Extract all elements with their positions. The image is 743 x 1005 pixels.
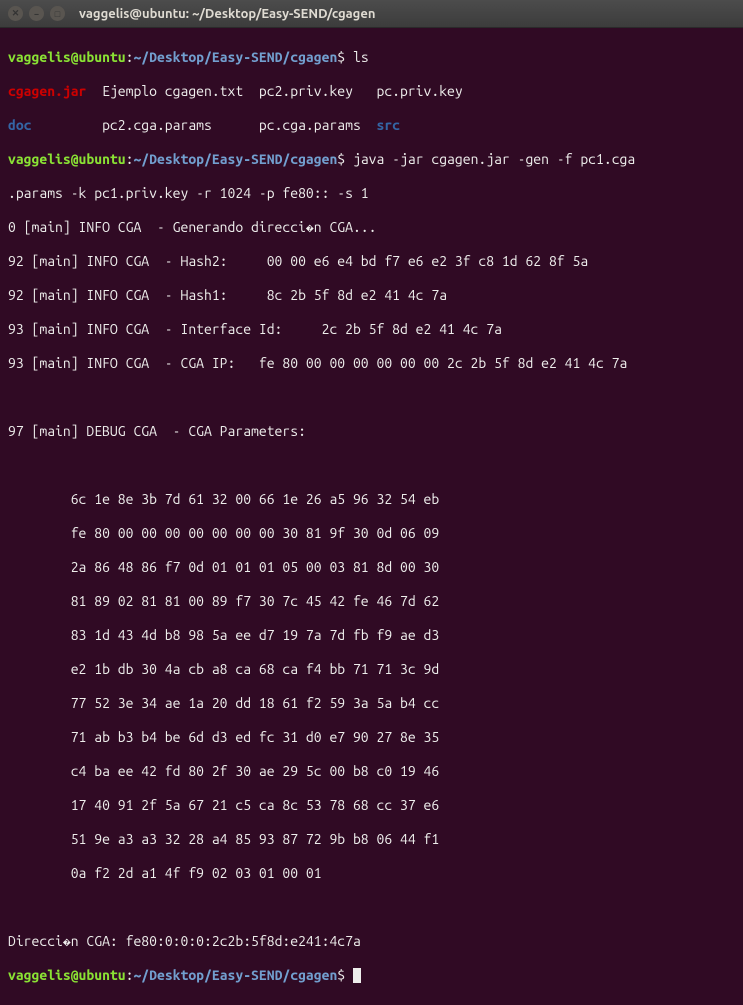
param-row: e2 1b db 30 4a cb a8 ca 68 ca f4 bb 71 7… — [8, 661, 735, 678]
param-row: 0a f2 2d a1 4f f9 02 03 01 00 01 — [8, 865, 735, 882]
param-row: c4 ba ee 42 fd 80 2f 30 ae 29 5c 00 b8 c… — [8, 763, 735, 780]
log-line-3: 92 [main] INFO CGA - Hash1: 8c 2b 5f 8d … — [8, 287, 735, 304]
param-row: 81 89 02 81 81 00 89 f7 30 7c 45 42 fe 4… — [8, 593, 735, 610]
maximize-icon[interactable]: □ — [50, 6, 65, 21]
log-line-4: 93 [main] INFO CGA - Interface Id: 2c 2b… — [8, 321, 735, 338]
close-icon[interactable]: ✕ — [8, 6, 23, 21]
command-ls: ls — [345, 49, 369, 65]
prompt-user: vaggelis@ubuntu — [8, 49, 126, 65]
cursor — [353, 968, 361, 983]
window-controls: ✕ − □ — [8, 6, 65, 21]
log-line-blank2 — [8, 457, 735, 474]
minimize-icon[interactable]: − — [29, 6, 44, 21]
log-line-5: 93 [main] INFO CGA - CGA IP: fe 80 00 00… — [8, 355, 735, 372]
ls-row-1: cgagen.jar Ejemplo cgagen.txt pc2.priv.k… — [8, 83, 735, 100]
log-line-blank1 — [8, 389, 735, 406]
log-line-2: 92 [main] INFO CGA - Hash2: 00 00 e6 e4 … — [8, 253, 735, 270]
prompt-line-2: vaggelis@ubuntu:~/Desktop/Easy-SEND/cgag… — [8, 151, 735, 168]
command-java: java -jar cgagen.jar -gen -f pc1.cga — [345, 151, 635, 167]
dir-doc: doc — [8, 117, 32, 133]
titlebar: ✕ − □ vaggelis@ubuntu: ~/Desktop/Easy-SE… — [0, 0, 743, 28]
log-line-6: 97 [main] DEBUG CGA - CGA Parameters: — [8, 423, 735, 440]
ls-row-2: doc pc2.cga.params pc.cga.params src — [8, 117, 735, 134]
terminal-body[interactable]: vaggelis@ubuntu:~/Desktop/Easy-SEND/cgag… — [0, 28, 743, 1005]
param-row: fe 80 00 00 00 00 00 00 00 30 81 9f 30 0… — [8, 525, 735, 542]
dir-src: src — [377, 117, 401, 133]
param-row: 51 9e a3 a3 32 28 a4 85 93 87 72 9b b8 0… — [8, 831, 735, 848]
param-row: 77 52 3e 34 ae 1a 20 dd 18 61 f2 59 3a 5… — [8, 695, 735, 712]
param-row: 6c 1e 8e 3b 7d 61 32 00 66 1e 26 a5 96 3… — [8, 491, 735, 508]
param-row: 2a 86 48 86 f7 0d 01 01 01 05 00 03 81 8… — [8, 559, 735, 576]
command-wrap: .params -k pc1.priv.key -r 1024 -p fe80:… — [8, 185, 735, 202]
file-jar: cgagen.jar — [8, 83, 86, 99]
log-line-1: 0 [main] INFO CGA - Generando direcci�n … — [8, 219, 735, 236]
prompt-line-3: vaggelis@ubuntu:~/Desktop/Easy-SEND/cgag… — [8, 967, 735, 984]
param-row: 83 1d 43 4d b8 98 5a ee d7 19 7a 7d fb f… — [8, 627, 735, 644]
window-title: vaggelis@ubuntu: ~/Desktop/Easy-SEND/cga… — [79, 7, 375, 21]
result-line: Direcci�n CGA: fe80:0:0:0:2c2b:5f8d:e241… — [8, 933, 735, 950]
param-row: 17 40 91 2f 5a 67 21 c5 ca 8c 53 78 68 c… — [8, 797, 735, 814]
log-line-blank3 — [8, 899, 735, 916]
prompt-line-1: vaggelis@ubuntu:~/Desktop/Easy-SEND/cgag… — [8, 49, 735, 66]
param-row: 71 ab b3 b4 be 6d d3 ed fc 31 d0 e7 90 2… — [8, 729, 735, 746]
prompt-path: ~/Desktop/Easy-SEND/cgagen — [133, 49, 337, 65]
